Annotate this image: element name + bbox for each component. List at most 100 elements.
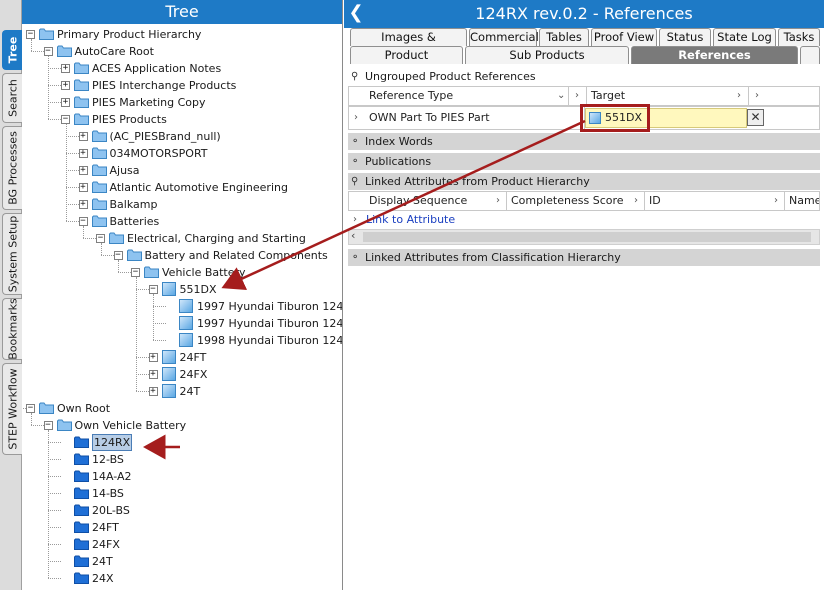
side-tab-bg-processes[interactable]: BG Processes [2,126,22,210]
tree-node-label[interactable]: 24FT [92,519,119,536]
chevron-right-icon[interactable]: › [575,87,579,105]
tree-node-label[interactable]: (AC_PIESBrand_null) [110,128,221,145]
tree-node-label[interactable]: PIES Interchange Products [92,77,236,94]
tab-state-log[interactable]: State Log [713,28,776,46]
tree-node-label[interactable]: Vehicle Battery [162,264,246,281]
tree-node-label[interactable]: 1997 Hyundai Tiburon 124RX [197,315,342,332]
expand-plus-icon[interactable]: + [148,370,158,379]
tree-node-label[interactable]: 124RX [92,434,133,451]
target-value[interactable]: 551DX [605,110,642,125]
tab-images-documents[interactable]: Images & Documents [350,28,467,61]
column-completeness-score[interactable]: Completeness Score [507,192,645,210]
pin-icon[interactable]: ⚲ [351,68,358,85]
tree-node-label[interactable]: 14-BS [92,485,124,502]
expand-plus-icon[interactable]: + [148,353,158,362]
collapse-minus-icon[interactable]: − [26,404,35,413]
tree-node-label[interactable]: 1998 Hyundai Tiburon 124RX [197,332,342,349]
chevron-right-icon[interactable]: › [755,87,759,105]
side-tab-tree[interactable]: Tree [2,30,22,70]
tree-node-label[interactable]: Batteries [110,213,160,230]
tree-view[interactable]: − Primary Product Hierarchy − AutoCare Root… [22,24,342,590]
collapse-minus-icon[interactable]: − [26,30,35,39]
chevron-down-icon[interactable]: ⌄ [557,87,565,105]
tab-sub-products[interactable]: Sub Products [465,46,629,64]
reference-type-cell[interactable]: OWN Part To PIES Part [365,107,585,129]
chevron-right-icon[interactable]: › [774,192,778,210]
tree-node-label[interactable]: 20L-BS [92,502,130,519]
tree-node-label[interactable]: 24T [180,383,201,400]
expand-plus-icon[interactable]: + [78,132,88,141]
back-arrow-icon[interactable]: ❮ [344,0,368,28]
collapse-minus-icon[interactable]: − [113,251,123,260]
section-linked-classification-attributes[interactable]: ⚬ Linked Attributes from Classification … [348,249,820,266]
tree-node-label[interactable]: 24FX [92,536,120,553]
tree-node-label[interactable]: AutoCare Root [75,43,154,60]
column-display-sequence[interactable]: Display Sequence [365,192,507,210]
tree-node-label[interactable]: 24X [92,570,114,587]
tree-node-label[interactable]: Primary Product Hierarchy [57,26,201,43]
column-reference-type[interactable]: Reference Type [365,87,569,105]
expand-plus-icon[interactable]: + [61,64,70,73]
tree-node-label[interactable]: 24FX [180,366,208,383]
expand-plus-icon[interactable]: + [61,81,70,90]
tab-overflow[interactable] [800,46,820,64]
expand-plus-icon[interactable]: + [78,166,88,175]
side-tab-step-workflow[interactable]: STEP Workflow [2,363,22,455]
section-ungrouped-references[interactable]: ⚲ Ungrouped Product References [348,68,820,85]
collapse-minus-icon[interactable]: − [148,285,158,294]
horizontal-scrollbar[interactable]: ‹ [348,229,820,245]
collapse-minus-icon[interactable]: − [131,268,140,277]
tree-node-label[interactable]: 24T [92,553,113,570]
collapse-minus-icon[interactable]: − [96,234,105,243]
collapse-minus-icon[interactable]: − [43,421,53,430]
tab-product[interactable]: Product [350,46,463,64]
tree-node-label[interactable]: Ajusa [110,162,140,179]
clear-target-icon[interactable]: ✕ [747,109,764,126]
tree-node-label[interactable]: Balkamp [110,196,158,213]
chevron-right-icon[interactable]: › [634,192,638,210]
collapse-minus-icon[interactable]: − [43,47,53,56]
tree-node-label[interactable]: PIES Marketing Copy [92,94,206,111]
side-tab-search[interactable]: Search [2,73,22,123]
tab-proof-view[interactable]: Proof View [591,28,657,46]
expand-plus-icon[interactable]: + [78,200,88,209]
tree-node-label[interactable]: PIES Products [92,111,167,128]
side-tab-bookmarks[interactable]: Bookmarks [2,298,22,360]
side-tab-system-setup[interactable]: System Setup [2,213,22,295]
expand-plus-icon[interactable]: + [78,149,88,158]
tree-node-label[interactable]: Electrical, Charging and Starting [127,230,306,247]
tree-node-label[interactable]: Atlantic Automotive Engineering [110,179,288,196]
chevron-right-icon[interactable]: › [496,192,500,210]
expand-icon[interactable]: ⚬ [351,249,359,266]
tree-node-label[interactable]: 034MOTORSPORT [110,145,208,162]
tab-tasks[interactable]: Tasks [778,28,820,46]
tab-status[interactable]: Status [659,28,711,46]
tab-tables[interactable]: Tables [539,28,589,46]
pin-icon[interactable]: ⚲ [351,173,358,190]
expand-plus-icon[interactable]: + [61,98,70,107]
section-index-words[interactable]: ⚬ Index Words [348,133,820,150]
tree-node-label[interactable]: ACES Application Notes [92,60,221,77]
collapse-minus-icon[interactable]: − [78,217,88,226]
tree-node-label[interactable]: 1997 Hyundai Tiburon 124RX [197,298,342,315]
tree-node-label[interactable]: 24FT [180,349,207,366]
column-name[interactable]: Name [785,192,819,210]
collapse-minus-icon[interactable]: − [61,115,70,124]
tree-node-label[interactable]: Own Vehicle Battery [75,417,187,434]
column-target[interactable]: Target [587,87,749,105]
expand-plus-icon[interactable]: + [78,183,88,192]
tree-node-label[interactable]: 12-BS [92,451,124,468]
tree-node-label[interactable]: 14A-A2 [92,468,132,485]
chevron-right-icon[interactable]: › [737,87,741,105]
column-id[interactable]: ID [645,192,785,210]
expand-icon[interactable]: ⚬ [351,153,359,170]
tab-references[interactable]: References [631,46,798,64]
tree-node-label[interactable]: Own Root [57,400,110,417]
expand-plus-icon[interactable]: + [148,387,158,396]
tree-node-label[interactable]: 551DX [180,281,217,298]
link-to-attribute-link[interactable]: Link to Attribute [366,212,455,228]
scroll-left-icon[interactable]: ‹ [351,229,355,242]
expand-icon[interactable]: ⚬ [351,133,359,150]
scrollbar-thumb[interactable] [363,232,811,242]
section-publications[interactable]: ⚬ Publications [348,153,820,170]
